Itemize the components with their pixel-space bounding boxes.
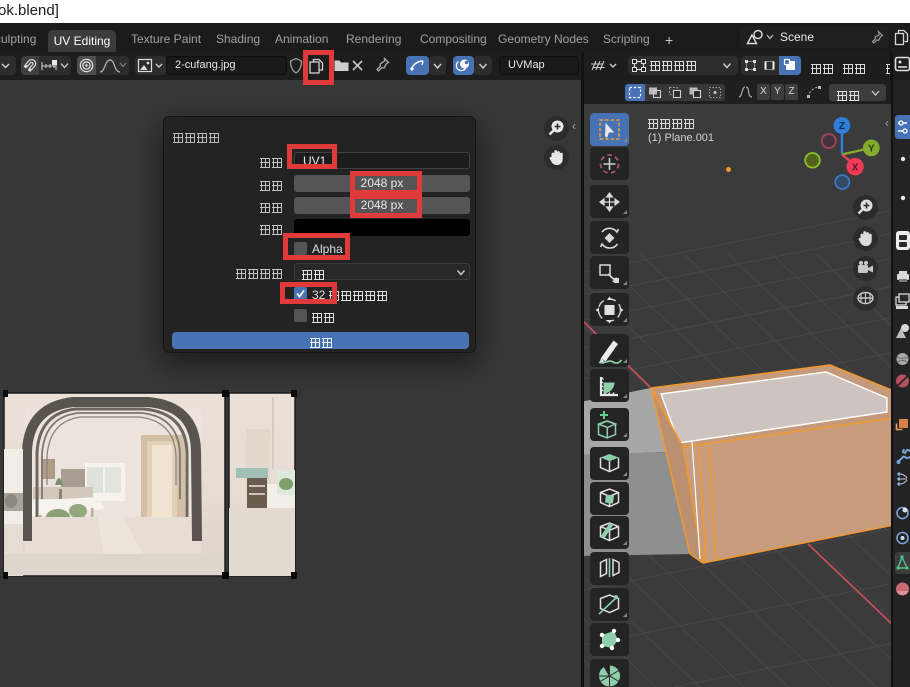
svg-text:Z: Z [839, 121, 845, 132]
svg-text:X: X [852, 162, 859, 173]
svg-text:Y: Y [868, 143, 875, 154]
